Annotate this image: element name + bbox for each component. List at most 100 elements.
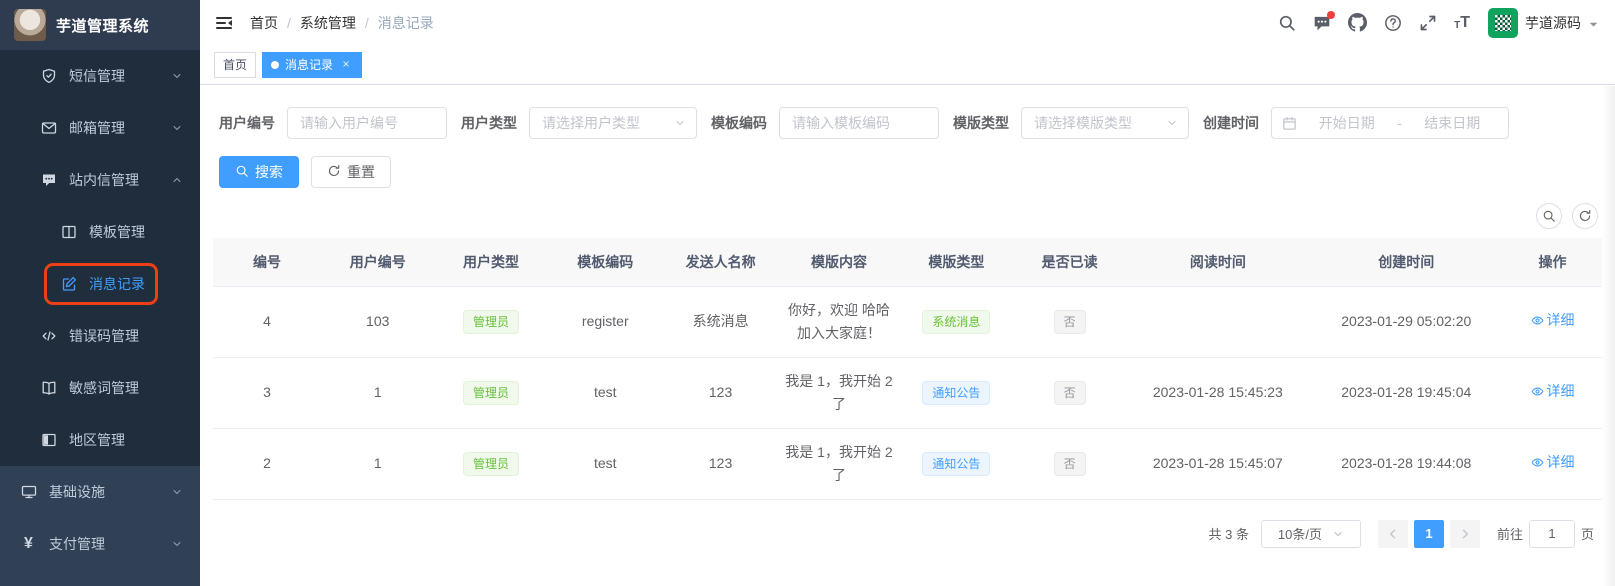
cell-user_id: 1 [321,357,434,428]
sidebar-collapse-icon[interactable] [214,13,234,33]
cell-action: 详细 [1503,428,1602,499]
detail-link[interactable]: 详细 [1531,451,1575,474]
search-icon [235,164,249,181]
user-menu[interactable]: 芋道源码 [1488,8,1599,38]
sidebar-menu: 短信管理邮箱管理站内信管理模板管理消息记录错误码管理敏感词管理地区管理基础设施 ¥… [0,50,200,586]
sidebar-item-region[interactable]: 地区管理 [0,414,200,466]
prev-page-button[interactable] [1378,520,1408,548]
sidebar-item-label: 站内信管理 [69,170,139,190]
detail-link[interactable]: 详细 [1531,380,1575,403]
user-type-select[interactable]: 请选择用户类型 [529,107,697,139]
cell-template_type: 系统消息 [900,286,1013,357]
detail-link-label: 详细 [1547,451,1575,474]
cell-is_read: 否 [1013,286,1126,357]
daterange-separator: - [1393,115,1407,131]
next-page-button[interactable] [1450,520,1480,548]
close-icon[interactable]: × [339,58,353,72]
calendar-icon [1282,116,1297,131]
sidebar-item-sms[interactable]: 短信管理 [0,50,200,102]
column-header-action: 操作 [1503,238,1602,286]
search-icon[interactable] [1276,12,1298,34]
page-number-button[interactable]: 1 [1414,520,1444,548]
pagination-unit-label: 页 [1581,524,1594,543]
message-records-table: 编号用户编号用户类型模板编码发送人名称模版内容模版类型是否已读阅读时间创建时间操… [213,238,1602,500]
cell-id: 2 [213,428,321,499]
sidebar-item-label: 错误码管理 [69,326,139,346]
tag-user_type: 管理员 [463,452,519,476]
chevron-down-icon [171,486,183,498]
table-row: 21管理员test123我是 1，我开始 2 了通知公告否2023-01-28 … [213,428,1602,499]
cell-user_type: 管理员 [434,428,547,499]
search-actions: 搜索 重置 [219,156,1602,188]
sidebar-item-record[interactable]: 消息记录 [0,258,200,310]
app-logo[interactable]: 芋道管理系统 [0,0,200,50]
reset-button[interactable]: 重置 [311,156,391,188]
tab-消息记录[interactable]: 消息记录× [262,52,362,78]
create-time-daterange[interactable]: 开始日期-结束日期 [1271,107,1509,139]
sidebar-item-template[interactable]: 模板管理 [0,206,200,258]
sidebar-item-label: 短信管理 [69,66,125,86]
sidebar-item-label: 基础设施 [49,482,105,502]
column-header-is_read: 是否已读 [1013,238,1126,286]
fullscreen-icon[interactable] [1417,12,1439,34]
cell-template_type: 通知公告 [900,428,1013,499]
user-type-placeholder: 请选择用户类型 [542,113,640,133]
tag-is_read: 否 [1054,452,1086,476]
github-icon[interactable] [1346,11,1369,34]
field-label-user-type: 用户类型 [461,113,517,133]
sidebar-item-label: 支付管理 [49,534,105,554]
tab-首页[interactable]: 首页 [214,52,256,78]
column-header-sender_name: 发送人名称 [663,238,778,286]
sidebar-item-label: 模板管理 [89,222,145,242]
refresh-table-button[interactable] [1572,203,1598,229]
cell-user_type: 管理员 [434,357,547,428]
breadcrumb-item[interactable]: 首页 [250,13,278,33]
start-date-placeholder: 开始日期 [1301,113,1393,133]
help-icon[interactable] [1382,12,1404,34]
field-user-type: 用户类型 请选择用户类型 [461,107,697,139]
user-name: 芋道源码 [1525,13,1581,33]
cell-is_read: 否 [1013,357,1126,428]
template-type-select[interactable]: 请选择模版类型 [1021,107,1189,139]
cell-sender_name: 系统消息 [663,286,778,357]
column-header-user_type: 用户类型 [434,238,547,286]
sidebar-item-infra[interactable]: 基础设施 [0,466,200,518]
logo-image [14,9,46,41]
sidebar-item-mail[interactable]: 邮箱管理 [0,102,200,154]
field-label-user-id: 用户编号 [219,113,275,133]
sidebar-item-sensitive[interactable]: 敏感词管理 [0,362,200,414]
page-size-select[interactable]: 10条/页 [1261,520,1361,548]
chevron-down-icon [171,122,183,134]
search-button-label: 搜索 [255,162,283,182]
sidebar-item-errcode[interactable]: 错误码管理 [0,310,200,362]
template-code-input[interactable] [780,108,938,138]
navbar: 首页/系统管理/消息记录 TT [200,0,1615,45]
breadcrumb-separator: / [365,15,369,31]
cell-read_time: 2023-01-28 15:45:07 [1126,428,1309,499]
search-form: 用户编号用户类型请选择用户类型模板编码模版类型请选择模版类型创建时间开始日期-结… [219,107,1602,139]
chevron-down-icon [1332,528,1344,540]
toggle-search-button[interactable] [1536,203,1562,229]
field-label-template-code: 模板编码 [711,113,767,133]
message-icon[interactable] [1311,12,1333,34]
detail-link[interactable]: 详细 [1531,309,1575,332]
field-template-code: 模板编码 [711,107,939,139]
table-row: 4103管理员register系统消息你好，欢迎 哈哈 加入大家庭！系统消息否2… [213,286,1602,357]
eye-icon [1531,456,1544,469]
page-jump-input[interactable] [1529,520,1575,548]
column-header-template_content: 模版内容 [778,238,899,286]
font-size-icon[interactable]: TT [1452,13,1472,33]
template-code-input-wrap [779,107,939,139]
breadcrumb-item[interactable]: 系统管理 [300,13,356,33]
book-icon [40,380,57,397]
cell-user_id: 1 [321,428,434,499]
sidebar-item-pay[interactable]: ¥支付管理 [0,518,200,570]
chevron-down-icon [171,538,183,550]
cell-template_code: test [548,357,663,428]
user-id-input[interactable] [288,108,446,138]
mail-icon [40,120,57,137]
sidebar-item-notify[interactable]: 站内信管理 [0,154,200,206]
search-button[interactable]: 搜索 [219,156,299,188]
breadcrumb: 首页/系统管理/消息记录 [250,13,434,33]
table-header-row: 编号用户编号用户类型模板编码发送人名称模版内容模版类型是否已读阅读时间创建时间操… [213,238,1602,286]
